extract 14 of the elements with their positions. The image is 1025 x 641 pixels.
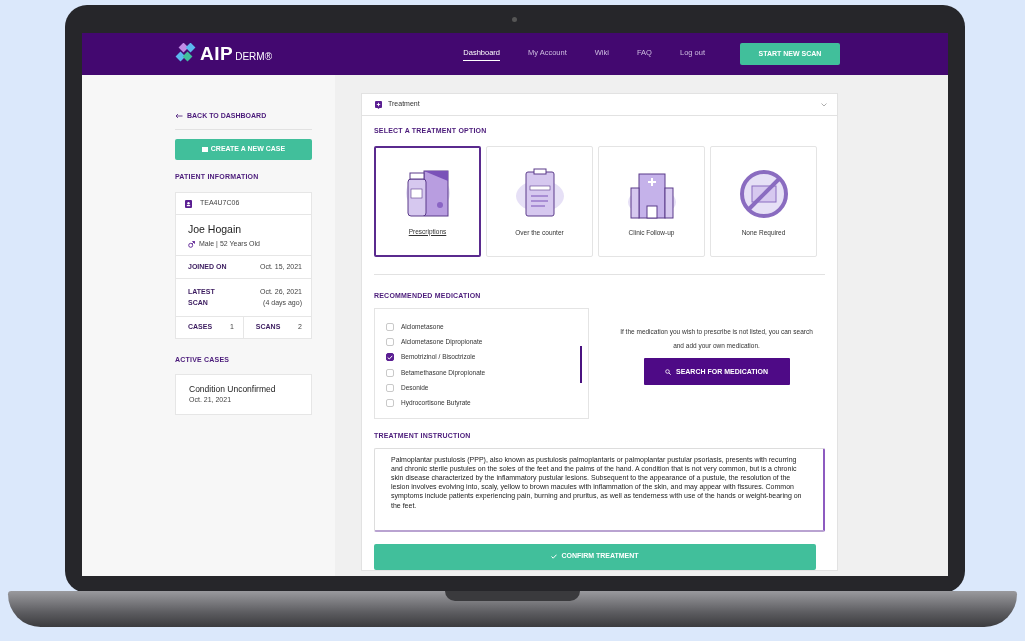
logo-subtext: DERM® (235, 49, 272, 64)
check-icon (551, 554, 558, 559)
male-icon (188, 240, 195, 248)
logo-text: AIP (200, 41, 234, 66)
arrow-left-icon (175, 113, 183, 120)
checkbox[interactable] (386, 353, 394, 362)
camera-icon (512, 17, 517, 22)
scrollbar-thumb[interactable] (580, 346, 582, 383)
folder-icon (201, 146, 208, 152)
case-title: Condition Unconfirmed (189, 382, 277, 396)
search-icon (664, 368, 671, 375)
id-badge-icon (185, 199, 192, 208)
plus-badge-icon (375, 100, 382, 109)
patient-name: Joe Hogain (188, 222, 243, 237)
